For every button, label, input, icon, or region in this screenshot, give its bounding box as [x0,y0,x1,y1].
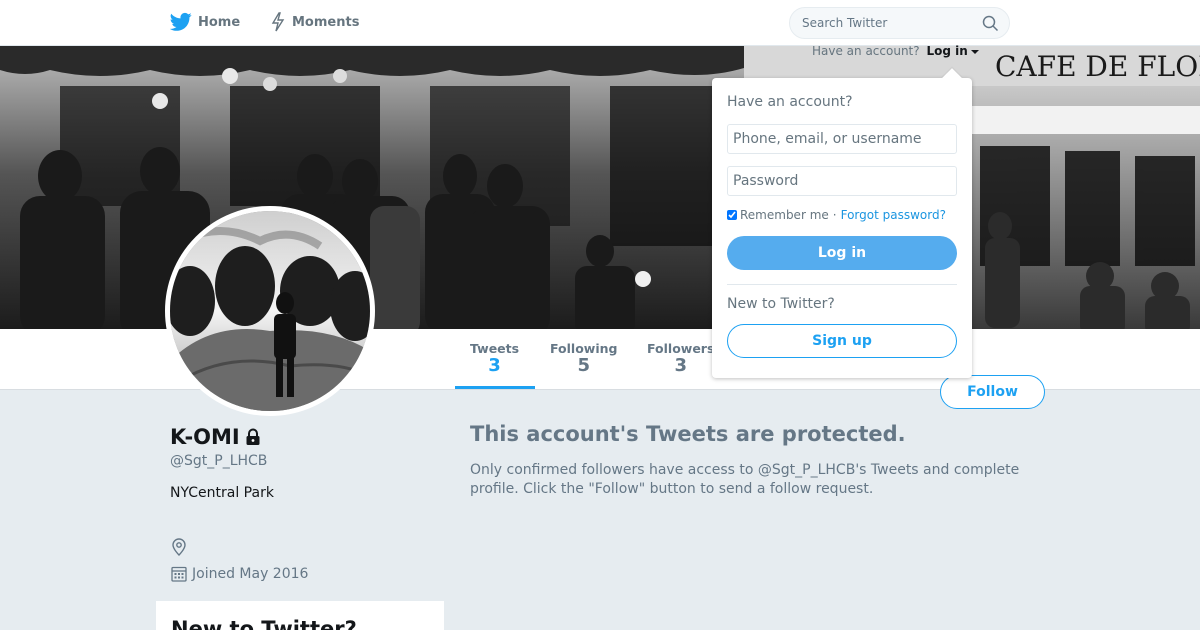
search-icon[interactable] [982,15,999,32]
separator-dot: · [832,208,837,222]
avatar[interactable] [165,206,375,416]
password-field[interactable] [727,166,957,196]
nav-home-link[interactable]: Home [170,12,240,32]
active-tab-indicator [455,386,535,389]
login-strip: Have an account? Log in [812,44,979,58]
profile-name-text: K-OMI [170,425,240,449]
protected-text: Only confirmed followers have access to … [470,462,1020,497]
login-dropdown: Have an account? Remember me · Forgot pa… [712,68,972,378]
nav-moments-label: Moments [292,14,360,30]
caret-down-icon[interactable] [970,49,979,54]
profile-name: K-OMI [170,425,262,449]
profile-joined-text: Joined May 2016 [192,565,309,582]
protected-title: This account's Tweets are protected. [470,422,906,446]
stat-following-value: 5 [577,355,590,376]
stat-tweets-value: 3 [488,355,501,376]
follow-button[interactable]: Follow [940,375,1045,409]
nav-moments-link[interactable]: Moments [270,12,359,32]
location-pin-icon [172,538,186,556]
remember-checkbox[interactable] [727,210,737,220]
login-button[interactable]: Log in [727,236,957,270]
new-to-twitter-title: New to Twitter? [171,617,357,630]
stat-followers[interactable]: Followers 3 [647,341,714,376]
stat-following[interactable]: Following 5 [550,341,617,376]
dropdown-title: Have an account? [727,94,853,110]
lightning-icon [271,12,285,32]
forgot-password-link[interactable]: Forgot password? [841,208,946,222]
calendar-icon [171,566,187,582]
top-navigation: Home Moments [0,0,1200,46]
svg-text:CAFE DE FLOR: CAFE DE FLOR [995,50,1200,83]
dropdown-divider [727,284,957,285]
search-box [789,7,1010,39]
profile-bio: NYCentral Park [170,485,274,501]
nav-home-label: Home [198,14,241,30]
stat-tweets-label: Tweets [470,341,520,356]
remember-label[interactable]: Remember me [740,208,829,222]
profile-location [171,538,187,560]
profile-handle[interactable]: @Sgt_P_LHCB [170,453,267,469]
stat-following-label: Following [550,341,618,356]
avatar-photo [170,211,370,411]
remember-row: Remember me · Forgot password? [727,208,946,222]
search-input[interactable] [802,8,982,38]
twitter-bird-icon [170,12,192,31]
login-link[interactable]: Log in [926,44,967,58]
new-to-twitter-card: New to Twitter? [156,601,444,630]
profile-joined: Joined May 2016 [171,565,308,582]
stat-followers-value: 3 [674,355,687,376]
stat-followers-label: Followers [647,341,715,356]
lock-icon [246,428,260,445]
username-field[interactable] [727,124,957,154]
new-to-twitter-label: New to Twitter? [727,296,835,312]
stat-tweets[interactable]: Tweets 3 [470,341,519,376]
signup-button[interactable]: Sign up [727,324,957,358]
login-strip-prompt: Have an account? [812,44,920,58]
